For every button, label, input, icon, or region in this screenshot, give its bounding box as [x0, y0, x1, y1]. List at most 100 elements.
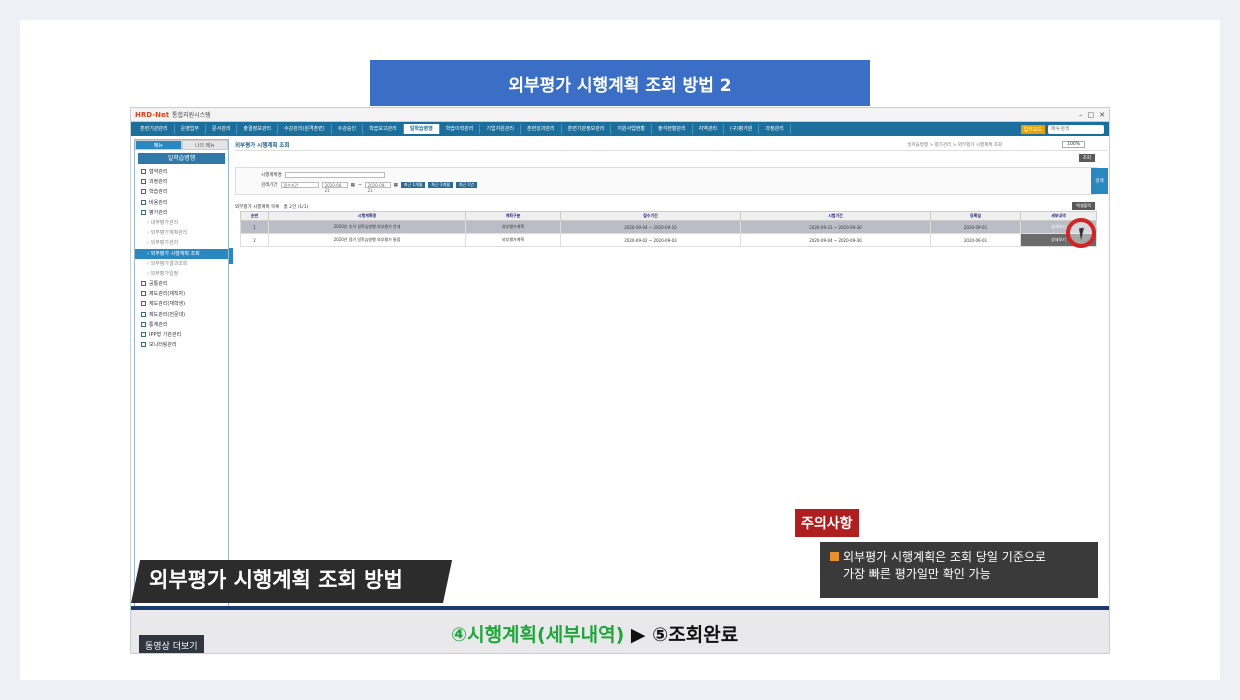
- plan-table: 순번 시행계획명 계획구분 접수기간 시험기간 등록일 세부내역 1 2020년…: [240, 211, 1097, 247]
- menu-item[interactable]: 문서관리: [206, 124, 238, 134]
- menu-item[interactable]: 학습이력관리: [440, 124, 481, 134]
- plan-name-label: 시행계획명: [261, 173, 282, 178]
- table-header-row: 순번 시행계획명 계획구분 접수기간 시험기간 등록일 세부내역: [240, 211, 1097, 221]
- quick-1month-button[interactable]: 최근 1개월: [400, 182, 426, 188]
- menu-item[interactable]: 훈련기관정보관리: [562, 124, 612, 134]
- sidebar-item[interactable]: 제도관리(재학생): [135, 299, 228, 309]
- step-bar: ④시행계획(세부내역) ▶ ⑤조회완료: [131, 606, 1109, 653]
- column-header[interactable]: 계획구분: [465, 211, 561, 221]
- breadcrumb: 일학습병행 > 평가관리 > 외부평가 시행계획 조회: [907, 142, 1003, 148]
- sidebar-item[interactable]: 과정관리: [135, 177, 228, 187]
- menu-item[interactable]: 출석현황관리: [652, 124, 693, 134]
- plan-type: 외부평가계획: [465, 220, 561, 234]
- sidebar-subitem[interactable]: › 내부평가관리: [135, 218, 228, 228]
- mode-badge[interactable]: 업무모드: [1020, 124, 1045, 134]
- registered-date: 2020-09-01: [930, 220, 1021, 234]
- column-header[interactable]: 시험기간: [740, 211, 931, 221]
- sidebar-header: 일학습병행: [138, 153, 225, 164]
- bullet-square-icon: [830, 552, 839, 561]
- list-count: 총 2건 (1/1): [283, 205, 309, 210]
- app-title: 통합지원시스템: [172, 112, 211, 119]
- tab-menu[interactable]: 메뉴: [135, 140, 182, 150]
- maximize-icon[interactable]: □: [1088, 111, 1095, 119]
- step-arrow-icon: ▶: [630, 624, 646, 646]
- menu-item[interactable]: 기업지원관리: [480, 124, 521, 134]
- menu-item[interactable]: 수강관리(원격훈련): [278, 124, 332, 134]
- sidebar-subitem[interactable]: › 외부평가계획관리: [135, 228, 228, 238]
- plan-name[interactable]: 2020년 추석 일학습병행 외부평가 안내: [268, 220, 466, 234]
- menu-item[interactable]: 과정관리: [759, 124, 791, 134]
- date-to-input[interactable]: 2020-09-21: [364, 182, 391, 193]
- sidebar-subitem-active[interactable]: › 외부평가 시행계획 조회: [135, 248, 228, 259]
- menu-item[interactable]: 출결정보관리: [237, 124, 279, 134]
- menu-search-input[interactable]: 메뉴검색: [1048, 124, 1104, 134]
- sidebar-subitem[interactable]: › 외부평가일정: [135, 269, 228, 279]
- sidebar-item[interactable]: IPP형 기관관리: [135, 330, 228, 340]
- menu-item-active[interactable]: 일학습병행: [403, 124, 440, 134]
- plan-name[interactable]: 2020년 정기 일학습병행 외부평가 통합: [268, 233, 466, 247]
- table-row[interactable]: 2 2020년 정기 일학습병행 외부평가 통합 외부평가계획 2020-09-…: [240, 233, 1097, 247]
- close-icon[interactable]: ✕: [1099, 111, 1105, 119]
- column-header[interactable]: 등록일: [930, 211, 1021, 221]
- quick-1year-button[interactable]: 최근 1년: [455, 182, 477, 188]
- menu-item[interactable]: 지역관리: [693, 124, 725, 134]
- menu-item[interactable]: 훈련기관관리: [134, 124, 175, 134]
- video-frame: HRD-Net 통합지원시스템 – □ ✕ 훈련기관관리 운영업무 문서관리 출…: [130, 107, 1110, 654]
- expand-box-icon: [141, 179, 146, 185]
- table-row[interactable]: 1 2020년 추석 일학습병행 외부평가 안내 외부평가계획 2020-09-…: [240, 220, 1097, 234]
- sidebar-item[interactable]: 비용관리: [135, 198, 228, 208]
- caution-label: 주의사항: [795, 509, 859, 537]
- more-videos-button[interactable]: 동영상 더보기: [139, 635, 204, 653]
- overlay-title: 외부평가 시행계획 조회 방법: [149, 568, 403, 592]
- zoom-select[interactable]: 100%: [1062, 141, 1085, 148]
- page-header: 외부평가 시행계획 조회 일학습병행 > 평가관리 > 외부평가 시행계획 조회…: [235, 139, 1107, 151]
- collapse-box-icon: [141, 209, 146, 215]
- sidebar-item[interactable]: 학습관리: [135, 187, 228, 197]
- sidebar-collapse-handle[interactable]: [229, 248, 233, 264]
- reception-period: 2020-09-02 ~ 2020-09-03: [560, 233, 741, 247]
- menu-item[interactable]: 학습보고관리: [363, 124, 404, 134]
- sidebar-item[interactable]: 평가관리: [135, 208, 228, 218]
- tab-my-menu[interactable]: 나의 메뉴: [181, 140, 228, 150]
- calendar-icon[interactable]: ▦: [351, 183, 355, 188]
- step-indicator: ④시행계획(세부내역) ▶ ⑤조회완료: [451, 620, 738, 647]
- menu-item[interactable]: (구)평가원: [724, 124, 760, 134]
- sidebar-item[interactable]: 모니터링관리: [135, 340, 228, 350]
- sidebar-subitem[interactable]: › 외부평가결과조회: [135, 259, 228, 269]
- column-header[interactable]: 시행계획명: [268, 211, 466, 221]
- menu-item[interactable]: 수강승인: [332, 124, 364, 134]
- row-number: 2: [240, 233, 269, 247]
- expand-box-icon: [141, 199, 146, 205]
- sidebar-item[interactable]: 공통관리: [135, 279, 228, 289]
- sidebar-subitem[interactable]: › 외부평가관리: [135, 238, 228, 248]
- excel-export-button[interactable]: 엑셀출력: [1072, 202, 1095, 210]
- expand-box-icon: [141, 332, 146, 337]
- reception-period: 2020-09-04 ~ 2020-09-10: [560, 220, 741, 234]
- expand-box-icon: [141, 311, 146, 317]
- caution-text-line2: 가장 빠른 평가일만 확인 가능: [843, 567, 991, 581]
- sidebar-item[interactable]: 제도관리(전문대): [135, 310, 228, 320]
- calendar-icon[interactable]: ▦: [394, 183, 398, 188]
- exam-period: 2020-09-21 ~ 2020-09-30: [740, 220, 931, 234]
- expand-box-icon: [141, 189, 146, 195]
- query-button[interactable]: 조회: [1078, 154, 1095, 162]
- expand-box-icon: [141, 321, 146, 327]
- menu-item[interactable]: 훈련성과관리: [521, 124, 562, 134]
- plan-name-input[interactable]: [284, 172, 385, 178]
- sidebar-item[interactable]: 제도관리(재직자): [135, 289, 228, 299]
- menu-item[interactable]: 지원사업현황: [611, 124, 653, 134]
- period-type-select[interactable]: 접수기간: [280, 182, 319, 188]
- menu-item[interactable]: 운영업무: [175, 124, 207, 134]
- sidebar-item[interactable]: 통계관리: [135, 320, 228, 330]
- column-header[interactable]: 접수기간: [560, 211, 741, 221]
- sidebar-item[interactable]: 협약관리: [135, 167, 228, 177]
- expand-box-icon: [141, 291, 146, 297]
- quick-3month-button[interactable]: 최근 3개월: [428, 182, 453, 188]
- column-header[interactable]: 순번: [240, 211, 269, 221]
- expand-box-icon: [141, 169, 146, 174]
- search-button[interactable]: 검색: [1091, 168, 1108, 194]
- section-title-banner: 외부평가 시행계획 조회 방법 2: [370, 60, 870, 106]
- plan-type: 외부평가계획: [465, 233, 561, 247]
- minimize-icon[interactable]: –: [1079, 111, 1083, 119]
- date-from-input[interactable]: 2020-06-21: [321, 182, 348, 193]
